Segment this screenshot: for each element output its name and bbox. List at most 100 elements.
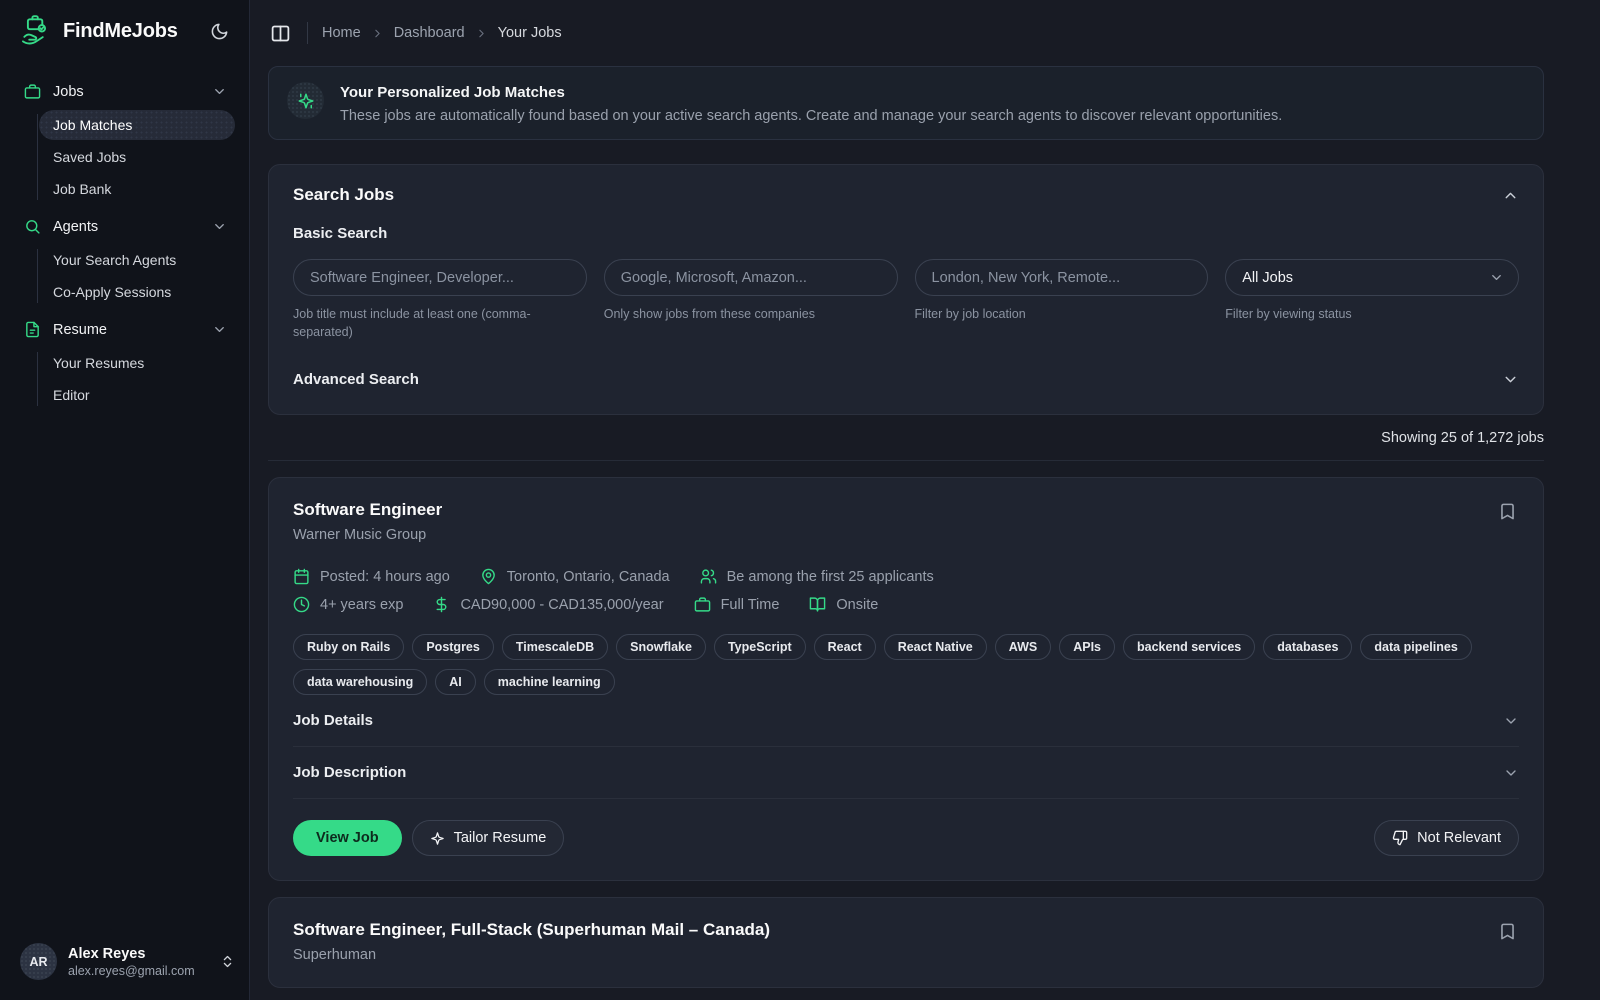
logo-row: FindMeJobs [0, 0, 249, 61]
chevron-up-icon[interactable] [1502, 187, 1519, 204]
nav-sublist-agents: Your Search Agents Co-Apply Sessions [37, 245, 235, 307]
nav-group-resume: Resume Your Resumes Editor [14, 313, 235, 410]
banner-title: Your Personalized Job Matches [340, 82, 1282, 101]
sidebar-item-your-resumes[interactable]: Your Resumes [39, 348, 235, 378]
personalized-matches-banner: Your Personalized Job Matches These jobs… [268, 66, 1544, 140]
user-menu[interactable]: AR Alex Reyes alex.reyes@gmail.com [0, 927, 249, 1000]
app-name: FindMeJobs [63, 20, 178, 43]
avatar: AR [20, 943, 57, 980]
view-job-button[interactable]: View Job [293, 820, 402, 856]
dollar-sign-icon [433, 596, 450, 613]
nav-group-label: Resume [53, 322, 107, 338]
sparkles-icon [430, 831, 445, 846]
salary-text: CAD90,000 - CAD135,000/year [460, 597, 663, 613]
location-meta: Toronto, Ontario, Canada [480, 568, 670, 585]
job-company: Superhuman [293, 947, 770, 963]
job-tag: data pipelines [1360, 634, 1471, 660]
job-description-label: Job Description [293, 764, 406, 781]
location-helper: Filter by job location [915, 305, 1209, 323]
job-details-toggle[interactable]: Job Details [293, 695, 1519, 747]
job-description-toggle[interactable]: Job Description [293, 747, 1519, 799]
users-icon [700, 568, 717, 585]
sparkles-icon [287, 82, 324, 119]
job-meta: Posted: 4 hours ago Toronto, Ontario, Ca… [293, 568, 1519, 613]
viewing-status-select[interactable]: All Jobs [1225, 259, 1519, 296]
chevron-down-icon [1502, 371, 1519, 388]
nav-sublist-jobs: Job Matches Saved Jobs Job Bank [37, 110, 235, 204]
job-type-meta: Full Time [694, 596, 780, 613]
bookmark-button[interactable] [1496, 920, 1519, 943]
chevron-down-icon [1503, 713, 1519, 729]
job-card-header: Software Engineer Warner Music Group [293, 500, 1519, 543]
nav-group-label: Jobs [53, 84, 84, 100]
posted-text: Posted: 4 hours ago [320, 569, 450, 585]
book-open-icon [809, 596, 826, 613]
bookmark-icon [1498, 502, 1517, 521]
nav-sublist-resume: Your Resumes Editor [37, 348, 235, 410]
sidebar-item-editor[interactable]: Editor [39, 380, 235, 410]
chevron-down-icon [212, 219, 227, 234]
sidebar-item-your-search-agents[interactable]: Your Search Agents [39, 245, 235, 275]
breadcrumb: Home Dashboard Your Jobs [322, 25, 562, 41]
job-tag: Postgres [412, 634, 494, 660]
job-tag: Snowflake [616, 634, 706, 660]
results-count: Showing 25 of 1,272 jobs [1381, 430, 1544, 446]
job-title-field-group: Job title must include at least one (com… [293, 259, 587, 341]
job-heading: Software Engineer, Full-Stack (Superhuma… [293, 920, 770, 963]
nav-group-label: Agents [53, 219, 98, 235]
not-relevant-label: Not Relevant [1417, 830, 1501, 846]
sidebar-item-job-matches[interactable]: Job Matches [39, 110, 235, 140]
sidebar-item-saved-jobs[interactable]: Saved Jobs [39, 142, 235, 172]
job-tags: Ruby on RailsPostgresTimescaleDBSnowflak… [293, 634, 1519, 695]
chevron-right-icon [371, 27, 384, 40]
nav-group-resume-header[interactable]: Resume [14, 313, 235, 346]
sidebar-item-job-bank[interactable]: Job Bank [39, 174, 235, 204]
search-jobs-header[interactable]: Search Jobs [293, 185, 1519, 205]
job-card: Software Engineer Warner Music Group Pos… [268, 477, 1544, 881]
tailor-resume-button[interactable]: Tailor Resume [412, 820, 565, 856]
topbar: Home Dashboard Your Jobs [250, 0, 1600, 66]
sidebar-toggle-button[interactable] [268, 21, 293, 46]
chevrons-up-down-icon [220, 954, 235, 969]
applicants-meta: Be among the first 25 applicants [700, 568, 934, 585]
posted-meta: Posted: 4 hours ago [293, 568, 450, 585]
companies-input[interactable] [604, 259, 898, 296]
location-input[interactable] [915, 259, 1209, 296]
user-email: alex.reyes@gmail.com [68, 964, 195, 978]
clock-icon [293, 596, 310, 613]
banner-text: Your Personalized Job Matches These jobs… [340, 82, 1282, 124]
advanced-search-toggle[interactable]: Advanced Search [293, 371, 1519, 388]
job-tag: machine learning [484, 669, 615, 695]
moon-icon [210, 22, 229, 41]
chevron-down-icon [212, 322, 227, 337]
companies-helper: Only show jobs from these companies [604, 305, 898, 323]
search-jobs-card: Search Jobs Basic Search Job title must … [268, 164, 1544, 415]
breadcrumb-dashboard[interactable]: Dashboard [394, 25, 465, 41]
not-relevant-button[interactable]: Not Relevant [1374, 820, 1519, 856]
applicants-text: Be among the first 25 applicants [727, 569, 934, 585]
sidebar-item-co-apply-sessions[interactable]: Co-Apply Sessions [39, 277, 235, 307]
job-title-input[interactable] [293, 259, 587, 296]
bookmark-button[interactable] [1496, 500, 1519, 523]
topbar-divider [307, 22, 308, 44]
status-helper: Filter by viewing status [1225, 305, 1519, 323]
results-summary-row: Showing 25 of 1,272 jobs [268, 415, 1544, 461]
job-tag: TypeScript [714, 634, 806, 660]
job-tag: Ruby on Rails [293, 634, 404, 660]
advanced-search-label: Advanced Search [293, 371, 419, 388]
breadcrumb-home[interactable]: Home [322, 25, 361, 41]
workplace-text: Onsite [836, 597, 878, 613]
nav-group-agents: Agents Your Search Agents Co-Apply Sessi… [14, 210, 235, 307]
job-tag: backend services [1123, 634, 1255, 660]
job-tag: data warehousing [293, 669, 427, 695]
theme-toggle-button[interactable] [206, 18, 233, 45]
job-actions: View Job Tailor Resume Not Relevant [293, 820, 1519, 856]
chevron-right-icon [475, 27, 488, 40]
nav-group-jobs-header[interactable]: Jobs [14, 75, 235, 108]
job-tag: AWS [995, 634, 1051, 660]
companies-field-group: Only show jobs from these companies [604, 259, 898, 341]
location-field-group: Filter by job location [915, 259, 1209, 341]
briefcase-icon [694, 596, 711, 613]
job-meta-row-1: Posted: 4 hours ago Toronto, Ontario, Ca… [293, 568, 1519, 585]
nav-group-agents-header[interactable]: Agents [14, 210, 235, 243]
